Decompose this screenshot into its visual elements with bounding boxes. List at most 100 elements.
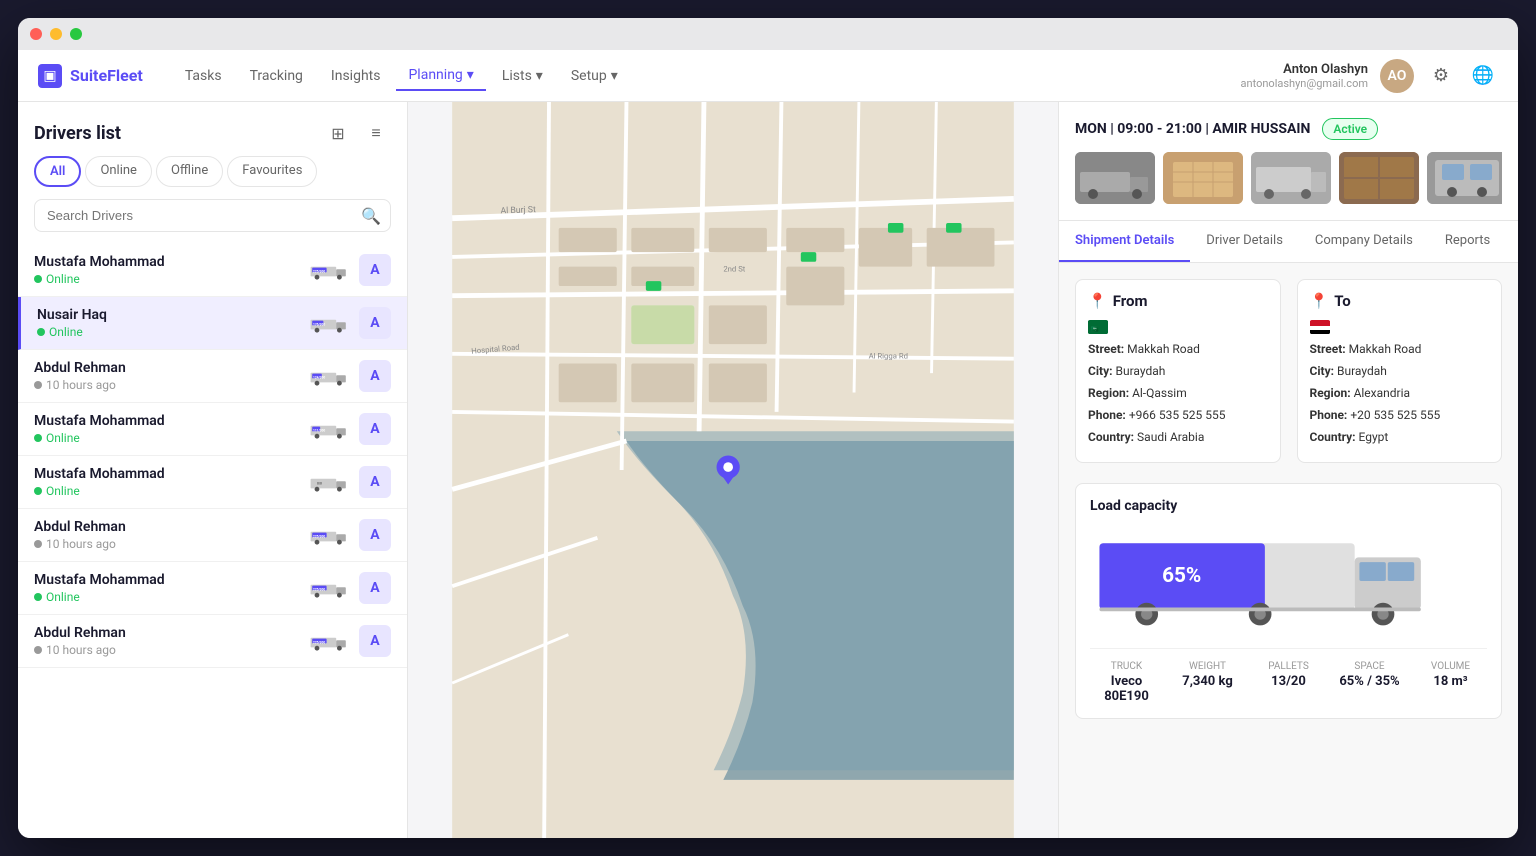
svg-text:225/300: 225/300 <box>313 269 325 273</box>
load-capacity-section: Load capacity 65% <box>1075 483 1502 719</box>
to-region: Region: Alexandria <box>1310 384 1490 402</box>
tab-driver-details[interactable]: Driver Details <box>1190 221 1299 262</box>
header-icons: ⊞ ≡ <box>323 118 391 148</box>
load-capacity-title: Load capacity <box>1090 498 1487 514</box>
from-street: Street: Makkah Road <box>1088 340 1268 358</box>
status-text: Online <box>46 272 80 286</box>
driver-name: Abdul Rehman <box>34 625 299 641</box>
truck-icon: 225/300 <box>309 576 349 600</box>
stat-truck-value: Iveco 80E190 <box>1090 674 1163 704</box>
nav-insights[interactable]: Insights <box>319 62 393 90</box>
filter-all[interactable]: All <box>34 156 81 187</box>
driver-name: Mustafa Mohammad <box>34 466 299 482</box>
nav-lists[interactable]: Lists ▾ <box>490 62 555 90</box>
close-btn[interactable] <box>30 28 42 40</box>
vehicle-image-5[interactable] <box>1427 152 1502 204</box>
left-panel: Drivers list ⊞ ≡ All Online Offline Favo… <box>18 102 408 838</box>
driver-name: Abdul Rehman <box>34 519 299 535</box>
search-input[interactable] <box>34 199 391 232</box>
driver-avatar: A <box>359 307 391 339</box>
driver-status: Online <box>34 484 299 498</box>
stat-pallets: Pallets 13/20 <box>1252 661 1325 704</box>
driver-item[interactable]: Abdul Rehman 10 hours ago <box>18 615 407 668</box>
detail-content: 📍 From 🇸🇦 Street: Makkah Road <box>1059 263 1518 838</box>
tab-reports[interactable]: Reports <box>1429 221 1506 262</box>
tab-shipment-details[interactable]: Shipment Details <box>1059 221 1190 262</box>
vehicle-images <box>1075 152 1502 204</box>
driver-item[interactable]: Mustafa Mohammad Online 0/0 <box>18 456 407 509</box>
status-text: Online <box>49 325 83 339</box>
globe-icon[interactable]: 🌐 <box>1468 61 1498 91</box>
truck-badge: 111/300 <box>309 417 349 441</box>
avatar[interactable]: AO <box>1380 59 1414 93</box>
status-dot <box>37 328 45 336</box>
settings-icon[interactable]: ⚙ <box>1426 61 1456 91</box>
driver-status: Online <box>37 325 299 339</box>
filter-offline[interactable]: Offline <box>156 156 223 187</box>
maximize-btn[interactable] <box>70 28 82 40</box>
driver-item[interactable]: Nusair Haq Online 176 <box>18 297 407 350</box>
map-area[interactable]: Al Burj St 2nd St Al Rigga Rd Hospital R… <box>408 102 1058 838</box>
driver-item[interactable]: Mustafa Mohammad Online <box>18 562 407 615</box>
status-text: 10 hours ago <box>46 643 116 657</box>
to-card: 📍 To Street: Makkah Road <box>1297 279 1503 463</box>
to-country: Country: Egypt <box>1310 428 1490 446</box>
nav-tasks[interactable]: Tasks <box>173 62 234 90</box>
truck-icon: 225/300 <box>309 629 349 653</box>
vehicle-image-4[interactable] <box>1339 152 1419 204</box>
stat-space-value: 65% / 35% <box>1333 674 1406 689</box>
nav-planning[interactable]: Planning ▾ <box>396 61 485 91</box>
cargo-image-icon <box>1163 152 1243 204</box>
filter-online[interactable]: Online <box>85 156 152 187</box>
truck-icon: 124/300 <box>309 364 349 388</box>
driver-info: Mustafa Mohammad Online <box>34 466 299 498</box>
driver-name: Mustafa Mohammad <box>34 254 299 270</box>
status-dot <box>34 540 42 548</box>
driver-item[interactable]: Abdul Rehman 10 hours ago <box>18 509 407 562</box>
driver-status: 10 hours ago <box>34 643 299 657</box>
logo-icon: ▣ <box>38 64 62 88</box>
to-city: City: Buraydah <box>1310 362 1490 380</box>
stat-truck: Truck Iveco 80E190 <box>1090 661 1163 704</box>
vehicle-image-3[interactable] <box>1251 152 1331 204</box>
driver-item[interactable]: Mustafa Mohammad Online <box>18 244 407 297</box>
driver-header: MON | 09:00 - 21:00 | AMIR HUSSAIN Activ… <box>1059 102 1518 221</box>
truck-badge: 225/300 <box>309 629 349 653</box>
truck-icon: 225/300 <box>309 258 349 282</box>
truck-side-icon <box>1251 152 1331 204</box>
status-dot <box>34 646 42 654</box>
panel-title: Drivers list <box>34 123 121 144</box>
nav-tracking[interactable]: Tracking <box>238 62 315 90</box>
driver-name: Nusair Haq <box>37 307 299 323</box>
app-window: ▣ SuiteFleet Tasks Tracking Insights Pla… <box>18 18 1518 838</box>
from-title: 📍 From <box>1088 292 1268 310</box>
truck-icon: 0/0 <box>309 470 349 494</box>
truck-badge: 225/300 <box>309 523 349 547</box>
status-text: Online <box>46 431 80 445</box>
stat-pallets-value: 13/20 <box>1252 674 1325 689</box>
stat-space-label: Space <box>1333 661 1406 672</box>
nav-right: Anton Olashyn antonolashyn@gmail.com AO … <box>1241 59 1498 93</box>
to-phone: Phone: +20 535 525 555 <box>1310 406 1490 424</box>
logo[interactable]: ▣ SuiteFleet <box>38 64 143 88</box>
status-dot <box>34 381 42 389</box>
driver-info: Abdul Rehman 10 hours ago <box>34 360 299 392</box>
from-to-grid: 📍 From 🇸🇦 Street: Makkah Road <box>1075 279 1502 463</box>
minimize-btn[interactable] <box>50 28 62 40</box>
driver-info: Nusair Haq Online <box>37 307 299 339</box>
list-view-icon[interactable]: ≡ <box>361 118 391 148</box>
vehicle-image-1[interactable] <box>1075 152 1155 204</box>
nav-setup[interactable]: Setup ▾ <box>559 62 630 90</box>
tab-company-details[interactable]: Company Details <box>1299 221 1429 262</box>
driver-name: Abdul Rehman <box>34 360 299 376</box>
saudi-flag-icon: 🇸🇦 <box>1088 320 1108 334</box>
driver-avatar: A <box>359 360 391 392</box>
driver-status: Online <box>34 272 299 286</box>
driver-item[interactable]: Mustafa Mohammad Online <box>18 403 407 456</box>
driver-item[interactable]: Abdul Rehman 10 hours ago <box>18 350 407 403</box>
user-email: antonolashyn@gmail.com <box>1241 77 1368 90</box>
grid-view-icon[interactable]: ⊞ <box>323 118 353 148</box>
status-dot <box>34 487 42 495</box>
vehicle-image-2[interactable] <box>1163 152 1243 204</box>
filter-favourites[interactable]: Favourites <box>227 156 317 187</box>
